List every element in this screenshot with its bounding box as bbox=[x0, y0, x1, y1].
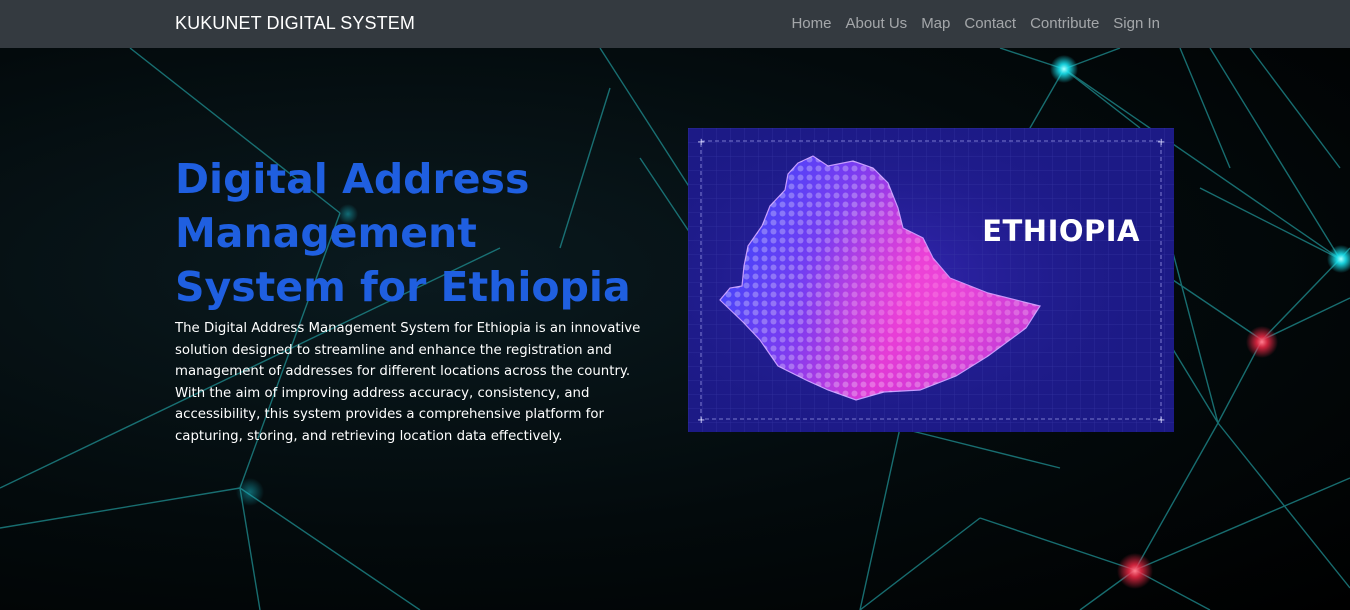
ethiopia-map-illustration-icon: + + + + bbox=[688, 128, 1174, 432]
nav-link-contribute[interactable]: Contribute bbox=[1023, 15, 1106, 32]
nav-link-home[interactable]: Home bbox=[784, 15, 838, 32]
brand-logo-link[interactable]: KUKUNET DIGITAL SYSTEM bbox=[175, 13, 415, 34]
svg-text:+: + bbox=[697, 137, 705, 148]
network-node-red bbox=[1246, 326, 1278, 358]
ethiopia-map-card: + + + + ETHIOPIA bbox=[688, 128, 1174, 432]
map-label: ETHIOPIA bbox=[982, 214, 1140, 248]
network-node-cyan bbox=[1050, 55, 1078, 83]
svg-text:+: + bbox=[1157, 137, 1165, 148]
nav-link-contact[interactable]: Contact bbox=[957, 15, 1023, 32]
hero-section: Digital Address Management System for Et… bbox=[0, 48, 1350, 610]
svg-text:+: + bbox=[1157, 415, 1165, 426]
nav-links: Home About Us Map Contact Contribute Sig… bbox=[784, 15, 1167, 32]
top-navbar: KUKUNET DIGITAL SYSTEM Home About Us Map… bbox=[0, 0, 1350, 48]
nav-link-map[interactable]: Map bbox=[914, 15, 957, 32]
hero-title: Digital Address Management System for Et… bbox=[175, 155, 631, 311]
network-node-red bbox=[1117, 553, 1153, 589]
hero-description: The Digital Address Management System fo… bbox=[175, 321, 641, 444]
nav-link-about-us[interactable]: About Us bbox=[838, 15, 914, 32]
network-node-dim bbox=[236, 478, 264, 506]
nav-link-sign-in[interactable]: Sign In bbox=[1106, 15, 1167, 32]
svg-text:+: + bbox=[697, 415, 705, 426]
